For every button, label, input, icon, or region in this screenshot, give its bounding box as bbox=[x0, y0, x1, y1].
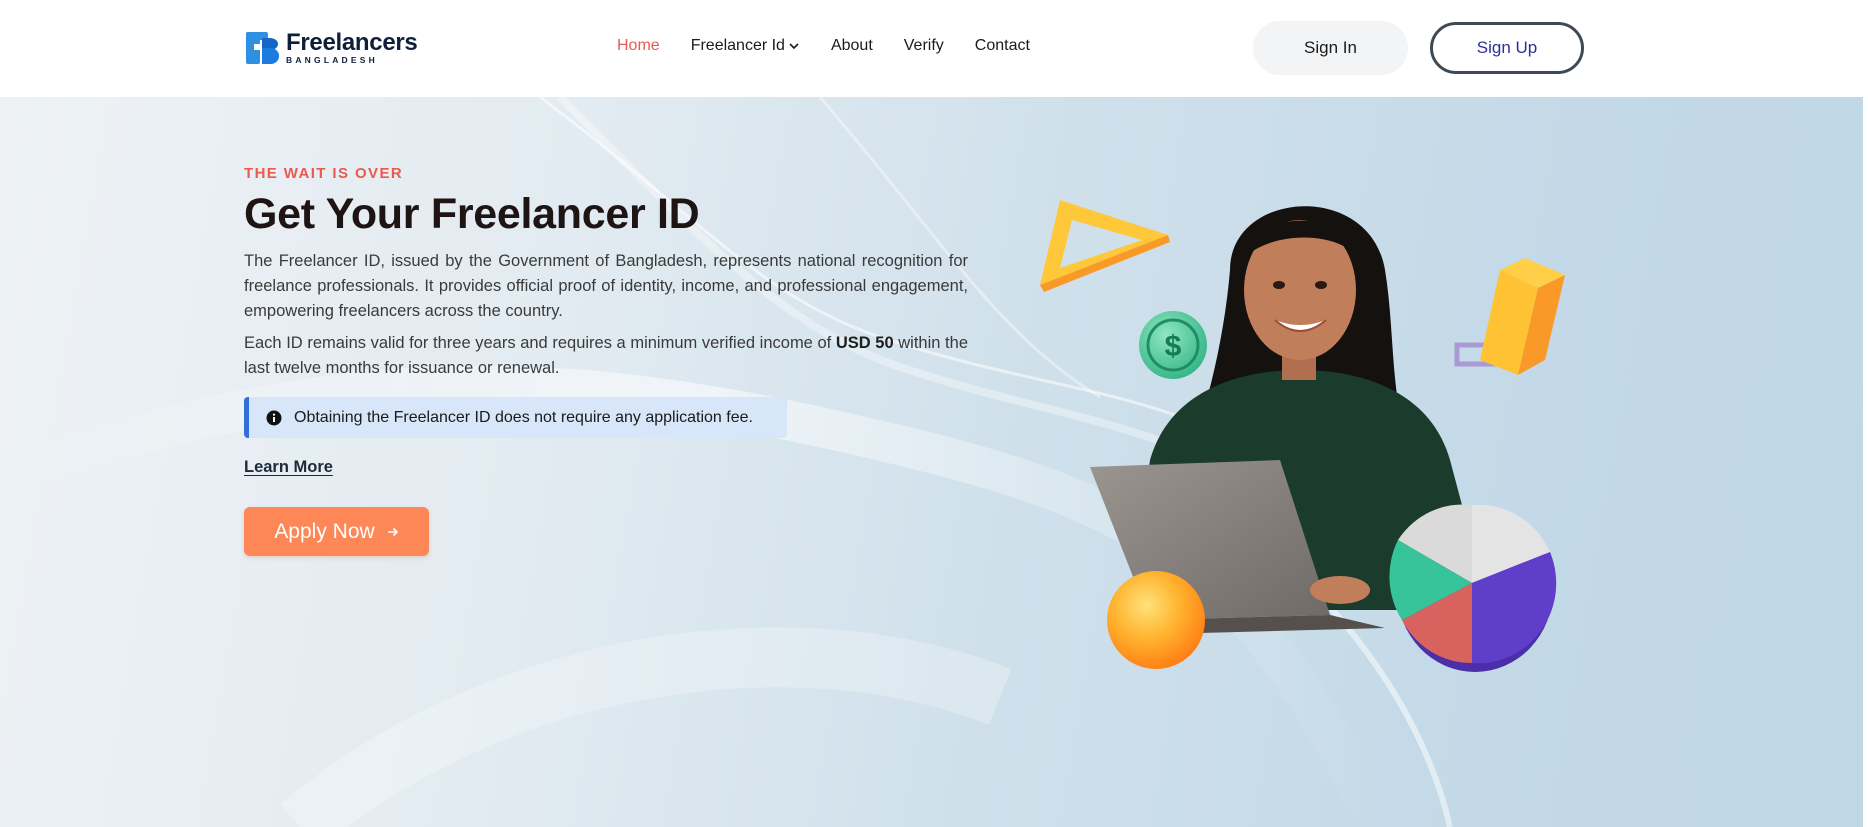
brand-logo[interactable]: Freelancers BANGLADESH bbox=[245, 29, 418, 66]
dollar-coin-icon: $ bbox=[1139, 311, 1207, 379]
validity-description: Each ID remains valid for three years an… bbox=[244, 331, 968, 381]
brand-text: Freelancers BANGLADESH bbox=[286, 29, 418, 66]
apply-now-label: Apply Now bbox=[274, 519, 375, 543]
arrow-right-icon bbox=[387, 526, 399, 538]
learn-more-link[interactable]: Learn More bbox=[244, 458, 333, 477]
nav-item-contact[interactable]: Contact bbox=[975, 37, 1030, 55]
brand-subtitle: BANGLADESH bbox=[286, 55, 378, 66]
min-income-amount: USD 50 bbox=[835, 334, 894, 352]
nav-item-verify[interactable]: Verify bbox=[904, 37, 944, 55]
fb-logo-icon bbox=[245, 30, 281, 66]
brand-name: Freelancers bbox=[286, 29, 418, 57]
validity-text-start: Each ID remains valid for three years an… bbox=[244, 334, 836, 352]
triangle-shape bbox=[1040, 200, 1170, 292]
hero-eyebrow: THE WAIT IS OVER bbox=[244, 165, 404, 182]
dollar-symbol: $ bbox=[1165, 330, 1182, 363]
chevron-down-icon bbox=[788, 40, 800, 52]
sign-up-button[interactable]: Sign Up bbox=[1430, 22, 1584, 74]
nav-item-home[interactable]: Home bbox=[617, 37, 660, 55]
apply-now-button[interactable]: Apply Now bbox=[244, 507, 429, 556]
fee-notice: Obtaining the Freelancer ID does not req… bbox=[244, 397, 787, 438]
orange-sphere-shape bbox=[1107, 571, 1205, 669]
main-nav: Home Freelancer Id About Verify Contact bbox=[617, 37, 1061, 55]
nav-item-label: Freelancer Id bbox=[690, 37, 785, 54]
fee-notice-text: Obtaining the Freelancer ID does not req… bbox=[294, 408, 753, 426]
right-edge bbox=[1863, 97, 1868, 827]
hero-description: The Freelancer ID, issued by the Governm… bbox=[244, 252, 968, 320]
pie-chart-icon bbox=[1389, 504, 1557, 672]
sign-in-button[interactable]: Sign In bbox=[1253, 21, 1408, 75]
page: Freelancers BANGLADESH Home Freelancer I… bbox=[0, 0, 1868, 827]
nav-item-freelancer-id[interactable]: Freelancer Id bbox=[691, 37, 800, 55]
yellow-box-shape bbox=[1454, 258, 1565, 375]
nav-item-about[interactable]: About bbox=[831, 37, 873, 55]
page-title: Get Your Freelancer ID bbox=[244, 190, 700, 238]
hero-illustration: $ bbox=[1040, 200, 1565, 672]
site-header: Freelancers BANGLADESH Home Freelancer I… bbox=[0, 0, 1868, 97]
info-circle-icon bbox=[266, 410, 282, 426]
